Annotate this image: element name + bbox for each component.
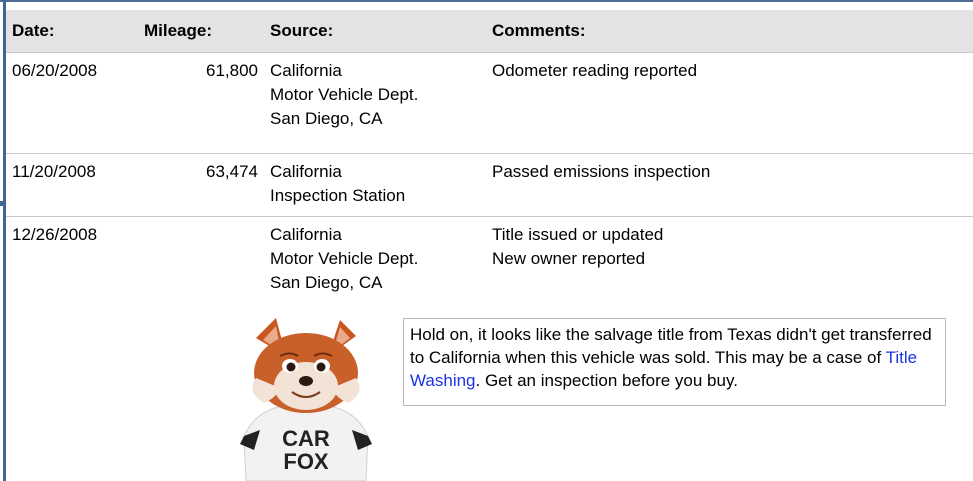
comments-header: Comments: <box>486 10 973 53</box>
row-comments: Odometer reading reported <box>486 52 973 154</box>
source-line: San Diego, CA <box>270 273 383 292</box>
row-date: 06/20/2008 <box>6 52 138 154</box>
source-line: California <box>270 225 342 244</box>
row-source: California Inspection Station <box>264 153 486 217</box>
row-date: 11/20/2008 <box>6 153 138 217</box>
source-line: San Diego, CA <box>270 109 383 128</box>
comment-line: New owner reported <box>492 249 646 268</box>
source-line: Motor Vehicle Dept. <box>270 85 419 104</box>
row-mileage: 61,800 <box>138 52 264 154</box>
source-line: Motor Vehicle Dept. <box>270 249 419 268</box>
warning-text: Hold on, it looks like the salvage title… <box>410 325 932 367</box>
vehicle-history-table: Date: Mileage: Source: Comments: 06/20/2… <box>6 10 973 317</box>
shirt-logo-fox: FOX <box>283 449 329 474</box>
source-line: Inspection Station <box>270 186 406 205</box>
table-row: 12/26/2008 California Motor Vehicle Dept… <box>6 216 973 317</box>
source-line: California <box>270 162 342 181</box>
source-header: Source: <box>264 10 486 53</box>
comment-line: Odometer reading reported <box>492 61 698 80</box>
table-row: 11/20/2008 63,474 California Inspection … <box>6 153 973 217</box>
row-mileage <box>138 216 264 317</box>
row-comments: Passed emissions inspection <box>486 153 973 217</box>
comment-line: Passed emissions inspection <box>492 162 711 181</box>
source-line: California <box>270 61 342 80</box>
warning-text-end: . Get an inspection before you buy. <box>475 371 738 390</box>
shirt-logo-car: CAR <box>282 426 330 451</box>
left-border-mark <box>0 201 4 206</box>
comment-line: Title issued or updated <box>492 225 664 244</box>
table-header-row: Date: Mileage: Source: Comments: <box>6 10 973 53</box>
table-row: 06/20/2008 61,800 California Motor Vehic… <box>6 52 973 154</box>
row-source: California Motor Vehicle Dept. San Diego… <box>264 52 486 154</box>
row-comments: Title issued or updated New owner report… <box>486 216 973 317</box>
carfox-mascot-icon: CAR FOX <box>240 318 372 481</box>
top-border <box>0 0 973 2</box>
row-source: California Motor Vehicle Dept. San Diego… <box>264 216 486 317</box>
mileage-header: Mileage: <box>138 10 264 53</box>
title-washing-warning: Hold on, it looks like the salvage title… <box>403 318 946 406</box>
row-date: 12/26/2008 <box>6 216 138 317</box>
date-header: Date: <box>6 10 138 53</box>
row-mileage: 63,474 <box>138 153 264 217</box>
